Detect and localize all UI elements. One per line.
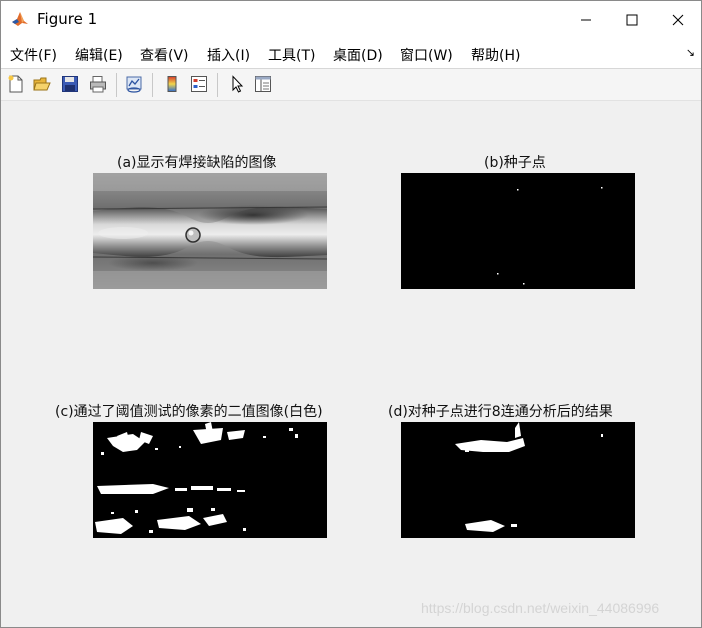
open-file-icon xyxy=(33,77,51,91)
close-button[interactable] xyxy=(655,1,701,38)
subplot-d-title: (d)对种子点进行8连通分析后的结果 xyxy=(388,404,613,420)
figure-window: Figure 1 文件(F) 编辑(E) 查看(V) 插入(I) 工具(T) 桌… xyxy=(0,0,702,628)
insert-colorbar-icon xyxy=(167,76,177,92)
menu-help[interactable]: 帮助(H) xyxy=(471,45,520,65)
binary-seed-points xyxy=(401,173,635,289)
maximize-icon xyxy=(626,14,638,25)
edit-plot-icon xyxy=(232,75,244,93)
insert-colorbar-button[interactable] xyxy=(161,73,183,95)
menu-desktop[interactable]: 桌面(D) xyxy=(333,45,383,65)
insert-legend-button[interactable] xyxy=(188,73,210,95)
grayscale-weld-image xyxy=(93,173,327,289)
window-title: Figure 1 xyxy=(37,10,98,28)
minimize-icon xyxy=(581,19,591,20)
subplot-c-title: (c)通过了阈值测试的像素的二值图像(白色) xyxy=(55,404,323,420)
link-plot-icon xyxy=(126,76,142,93)
edit-plot-button[interactable] xyxy=(226,73,248,95)
subplot-b-title: (b)种子点 xyxy=(484,155,546,171)
open-file-button[interactable] xyxy=(31,73,53,95)
new-figure-button[interactable] xyxy=(5,73,27,95)
subplot-d-axes[interactable] xyxy=(401,422,635,538)
subplot-a-axes[interactable] xyxy=(93,173,327,289)
print-icon xyxy=(90,76,106,93)
menu-view[interactable]: 查看(V) xyxy=(140,45,189,65)
toolbar-separator xyxy=(116,73,117,97)
subplot-b-axes[interactable] xyxy=(401,173,635,289)
menu-bar: 文件(F) 编辑(E) 查看(V) 插入(I) 工具(T) 桌面(D) 窗口(W… xyxy=(1,38,701,69)
property-inspector-button[interactable] xyxy=(252,73,274,95)
new-figure-icon xyxy=(8,75,23,93)
figure-canvas: (a)显示有焊接缺陷的图像 (b)种子点 (c)通过了阈值测试的像素的二值图像(… xyxy=(1,101,701,627)
binary-threshold-image xyxy=(93,422,327,538)
dock-arrow-icon[interactable]: ↘ xyxy=(686,46,695,59)
minimize-button[interactable] xyxy=(563,1,609,38)
toolbar-separator xyxy=(217,73,218,97)
print-button[interactable] xyxy=(87,73,109,95)
subplot-c-axes[interactable] xyxy=(93,422,327,538)
matlab-logo-icon xyxy=(11,10,29,28)
save-icon xyxy=(62,76,78,92)
maximize-button[interactable] xyxy=(609,1,655,38)
figure-toolbar xyxy=(1,69,701,101)
title-bar[interactable]: Figure 1 xyxy=(1,1,701,38)
menu-insert[interactable]: 插入(I) xyxy=(207,45,250,65)
menu-window[interactable]: 窗口(W) xyxy=(400,45,453,65)
subplot-a-title: (a)显示有焊接缺陷的图像 xyxy=(117,155,277,171)
watermark-text: https://blog.csdn.net/weixin_44086996 xyxy=(421,600,660,616)
menu-edit[interactable]: 编辑(E) xyxy=(75,45,123,65)
menu-file[interactable]: 文件(F) xyxy=(10,45,57,65)
menu-tools[interactable]: 工具(T) xyxy=(268,45,315,65)
insert-legend-icon xyxy=(191,76,207,92)
save-button[interactable] xyxy=(59,73,81,95)
close-icon xyxy=(672,14,684,25)
link-plot-button[interactable] xyxy=(123,73,145,95)
toolbar-separator xyxy=(152,73,153,97)
open-property-inspector-icon xyxy=(255,76,271,92)
binary-connected-result xyxy=(401,422,635,538)
